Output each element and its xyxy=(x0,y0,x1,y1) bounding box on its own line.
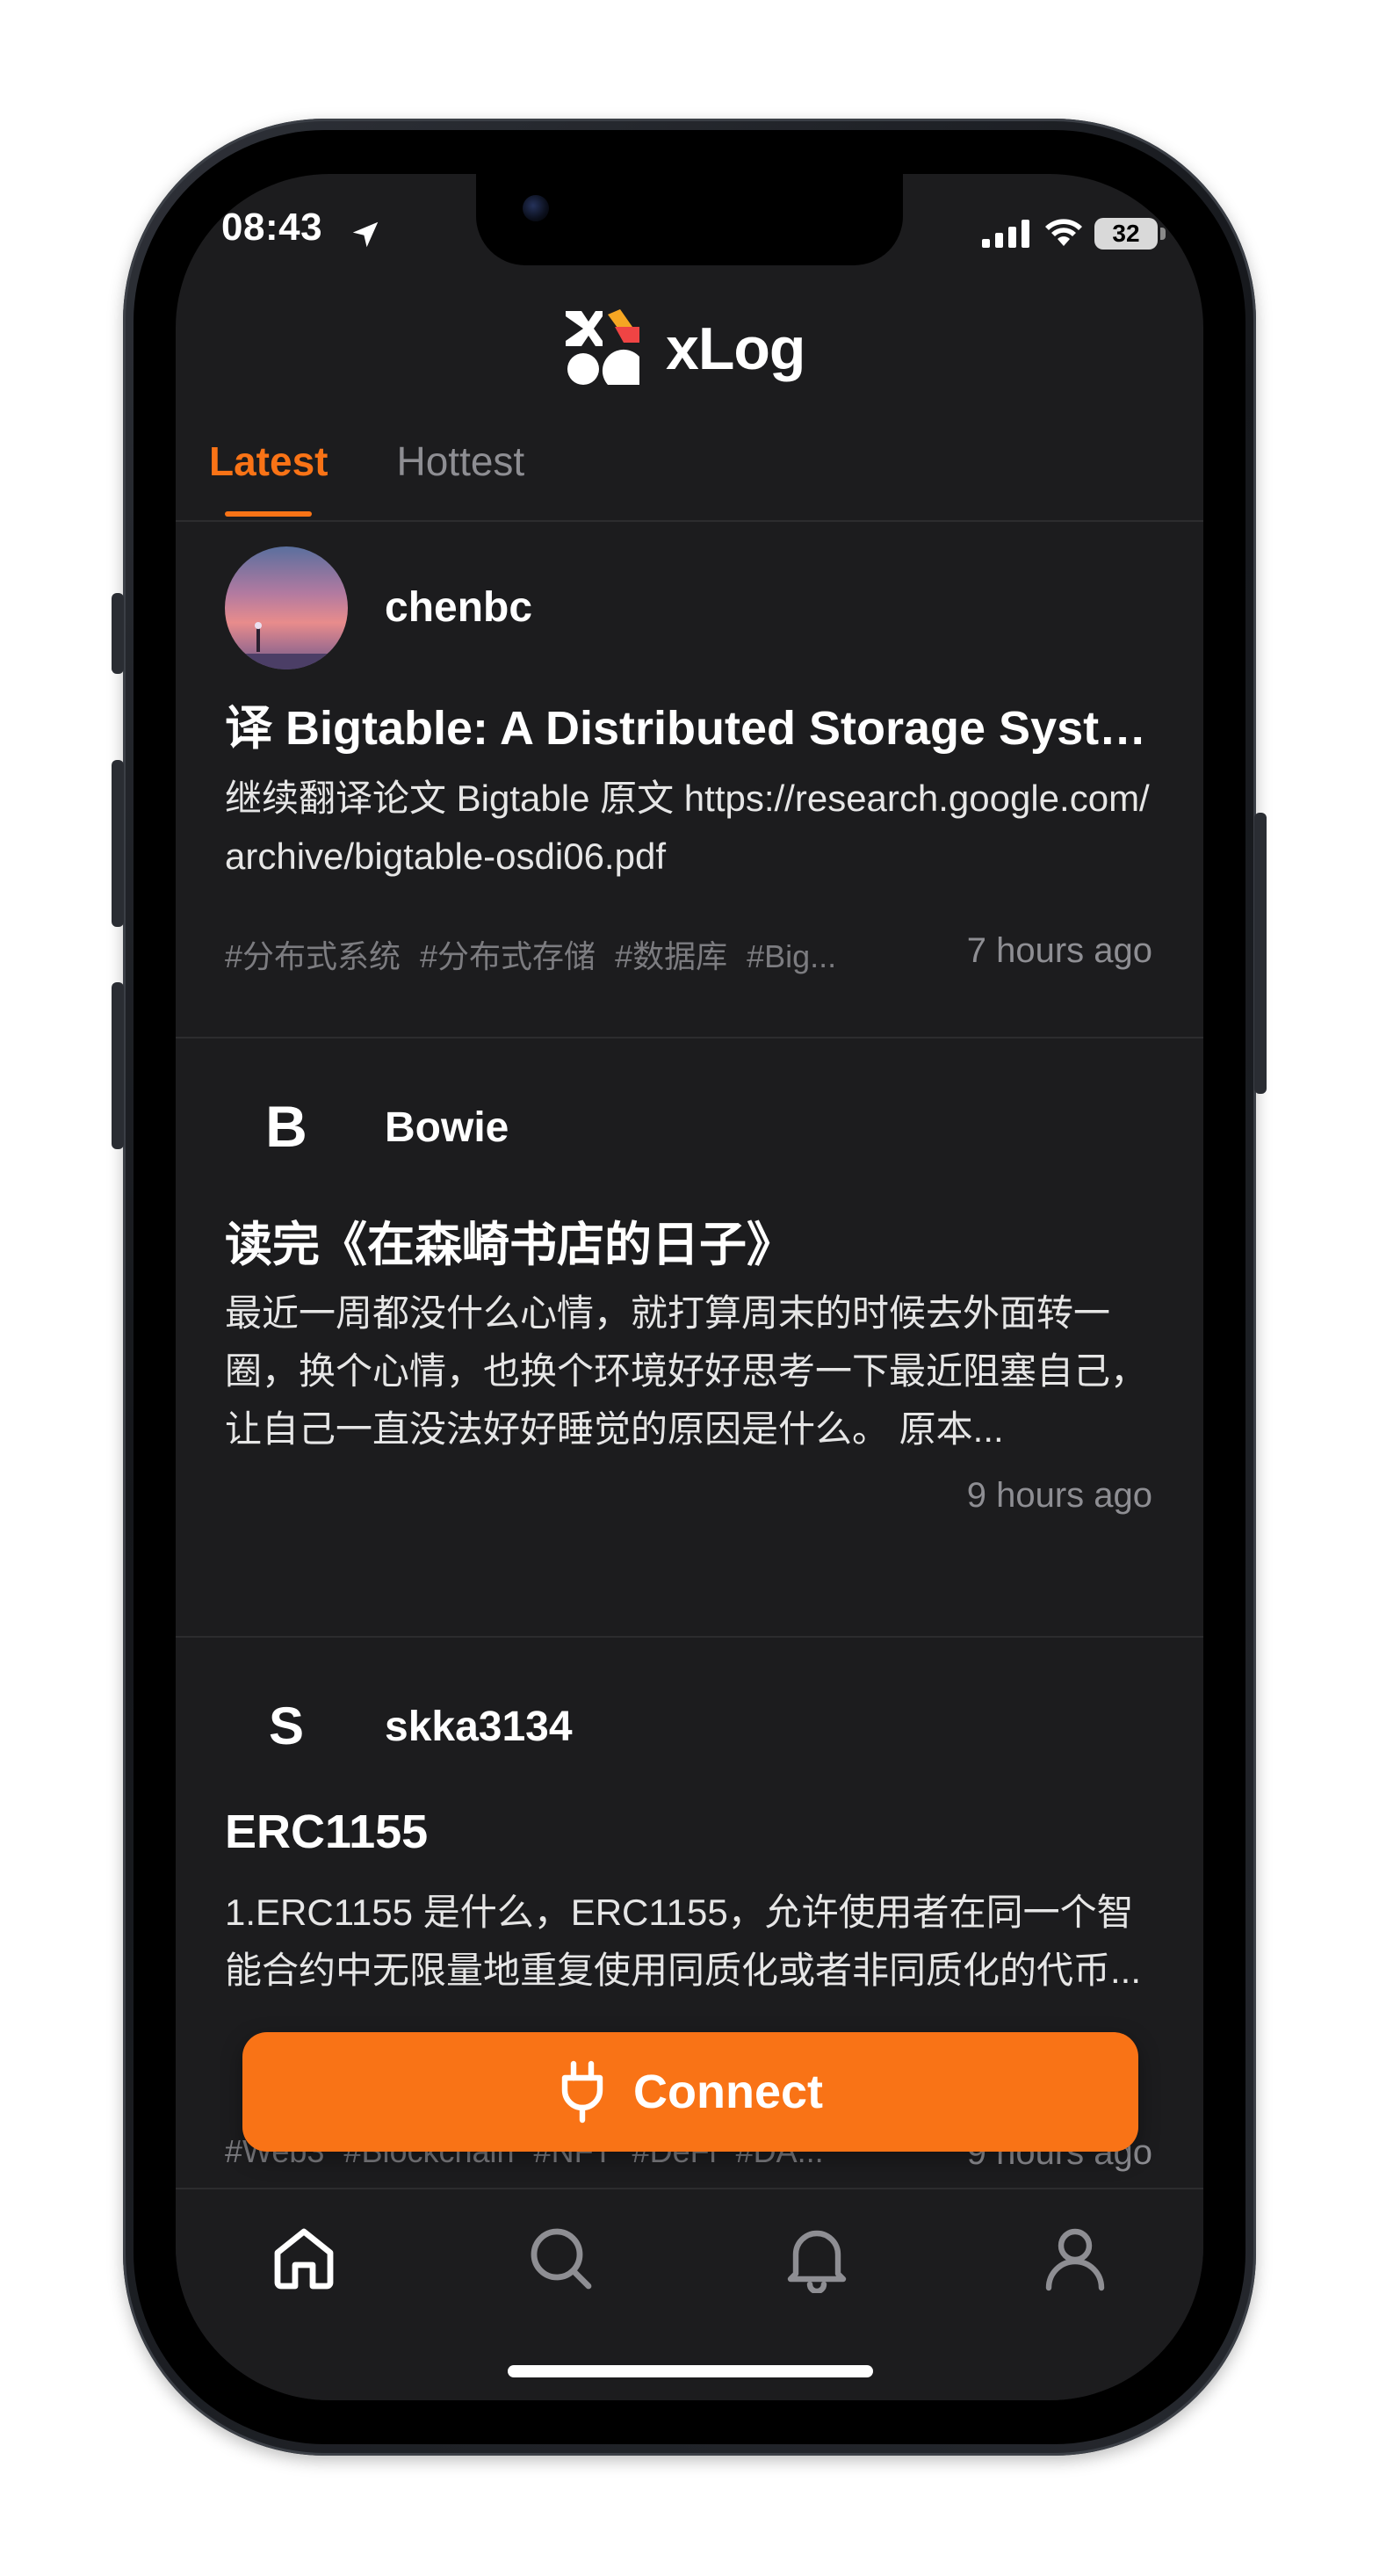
post-title[interactable]: 读完《在森崎书店的日子》 xyxy=(225,1205,1156,1275)
post-card[interactable]: B Bowie 读完《在森崎书店的日子》 最近一周都没什么心情，就打算周末的时候… xyxy=(176,1038,1203,1636)
volume-down-button xyxy=(112,982,124,1149)
silent-switch xyxy=(112,593,124,674)
search-icon[interactable] xyxy=(525,2223,596,2293)
wifi-icon xyxy=(1045,219,1082,246)
post-author[interactable]: Bowie xyxy=(385,1103,509,1152)
post-time: 7 hours ago xyxy=(966,931,1152,970)
post-time: 9 hours ago xyxy=(966,1476,1152,1515)
feed-tabs: Latest Hottest xyxy=(209,438,524,517)
volume-up-button xyxy=(112,760,124,927)
app-title: xLog xyxy=(666,315,805,382)
battery-indicator: 32 xyxy=(1094,218,1158,250)
connect-button[interactable]: Connect xyxy=(242,2032,1138,2152)
plug-icon xyxy=(561,2060,603,2124)
avatar[interactable]: B xyxy=(225,1065,348,1188)
battery-tip xyxy=(1160,228,1166,240)
post-tag[interactable]: #数据库 xyxy=(615,938,727,974)
connect-label: Connect xyxy=(633,2066,823,2118)
post-excerpt[interactable]: 最近一周都没什么心情，就打算周末的时候去外面转一圈，换个心情，也换个环境好好思考… xyxy=(225,1284,1156,1458)
bell-icon[interactable] xyxy=(782,2223,852,2293)
post-tag[interactable]: #分布式系统 xyxy=(225,938,401,974)
tab-hottest[interactable]: Hottest xyxy=(396,438,524,517)
status-time: 08:43 xyxy=(221,206,323,249)
post-author[interactable]: skka3134 xyxy=(385,1703,573,1751)
location-arrow-icon xyxy=(352,221,379,248)
post-tag[interactable]: #Big... xyxy=(747,938,836,974)
avatar-photo-figure xyxy=(225,622,348,669)
user-icon[interactable] xyxy=(1040,2223,1110,2293)
xlog-logo xyxy=(566,309,639,385)
home-indicator[interactable] xyxy=(508,2365,873,2377)
avatar[interactable]: S xyxy=(225,1664,348,1787)
post-tags: #分布式系统 #分布式存储 #数据库 #Big... xyxy=(225,931,875,977)
cellular-signal-icon xyxy=(982,220,1029,248)
post-title[interactable]: 译 Bigtable: A Distributed Storage System… xyxy=(225,689,1156,758)
power-button xyxy=(1254,813,1267,1094)
tab-latest[interactable]: Latest xyxy=(209,438,328,517)
post-excerpt[interactable]: 1.ERC1155 是什么，ERC1155，允许使用者在同一个智能合约中无限量地… xyxy=(225,1884,1156,2000)
home-icon[interactable] xyxy=(269,2223,339,2293)
post-card[interactable]: chenbc 译 Bigtable: A Distributed Storage… xyxy=(176,522,1203,1037)
post-title[interactable]: ERC1155 xyxy=(225,1805,1156,1859)
avatar[interactable] xyxy=(225,546,348,669)
post-tag[interactable]: #分布式存储 xyxy=(420,938,596,974)
camera xyxy=(523,195,549,221)
post-excerpt[interactable]: 继续翻译论文 Bigtable 原文 https://research.goog… xyxy=(225,770,1156,886)
app-screen: 08:43 32 xLog Latest Hottest chenbc 译 Bi… xyxy=(176,174,1203,2400)
post-author[interactable]: chenbc xyxy=(385,583,532,632)
